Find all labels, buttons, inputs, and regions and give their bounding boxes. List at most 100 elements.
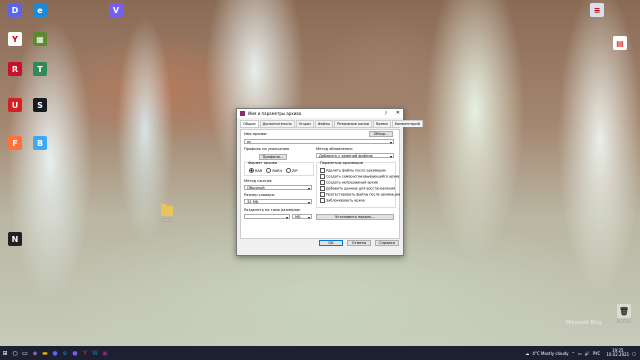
start-icon[interactable]: ⊞ <box>0 346 10 360</box>
format-radios: RAR RAR4 ZIP <box>249 168 302 173</box>
network-icon[interactable]: ▭ <box>578 351 582 356</box>
tab-5[interactable]: Время <box>373 120 391 127</box>
weather-icon[interactable]: ☁ <box>525 351 529 356</box>
option-checkbox-0[interactable]: Удалить файлы после архивации <box>320 168 386 173</box>
archive-dialog: Имя и параметры архива ? ✕ Общие Дополнит… <box>236 108 423 256</box>
weather-text[interactable]: 4°C Mostly cloudy <box>532 351 568 356</box>
desktop-icon-discord[interactable]: D <box>3 3 27 29</box>
ok-button[interactable]: OK <box>319 240 343 246</box>
recycle-bin-icon: 🗑 <box>617 304 631 318</box>
desktop-icon-yandex[interactable]: Y <box>3 32 27 58</box>
yandex-icon[interactable]: Y <box>80 346 90 360</box>
recycle-bin[interactable]: 🗑 Корзина <box>612 304 636 330</box>
archive-name-label: Имя архива: <box>244 132 268 136</box>
yandex-icon: Y <box>8 32 22 46</box>
uplay-icon: U <box>8 98 22 112</box>
steam-icon: S <box>33 98 47 112</box>
update-method-label: Метод обновления: <box>316 147 353 151</box>
tab-bar: Общие Дополнительно Опции Файлы Резервные ко… <box>240 120 423 128</box>
desktop-icon-ring[interactable]: R <box>3 62 27 88</box>
folder-label: Новая <box>161 218 173 222</box>
general-panel: Имя архива: Обзор... ес Профиль по умолч… <box>240 129 400 239</box>
bing-watermark: Microsoft Bing <box>566 320 602 326</box>
tab-3[interactable]: Файлы <box>314 120 334 127</box>
desktop-icon-viber[interactable]: V <box>104 3 128 29</box>
desktop-icon-minecraft[interactable]: ▦ <box>28 32 52 58</box>
system-tray: ☁ 4°C Mostly cloudy ⌃ ▭ 🔊 РУС 19:25 10.02… <box>522 346 636 360</box>
desktop-icon-steam[interactable]: S <box>28 98 52 124</box>
format-radio-rar[interactable]: RAR <box>249 168 262 173</box>
terraria-icon: T <box>33 62 47 76</box>
app-icon[interactable]: ◆ <box>30 346 40 360</box>
desktop-folder[interactable]: Новая <box>158 204 176 228</box>
format-label: Формат архива <box>248 161 277 165</box>
tab-6[interactable]: Комментарий <box>391 120 423 127</box>
split-unit-select[interactable]: МБ <box>292 214 312 220</box>
folder-icon <box>161 204 173 216</box>
nvidia-icon: N <box>8 232 22 246</box>
tab-1[interactable]: Дополнительно <box>259 120 295 127</box>
option-checkbox-2[interactable]: Создать непрерывный архив <box>320 180 378 185</box>
format-radio-zip[interactable]: ZIP <box>285 168 298 173</box>
word-icon[interactable]: W <box>90 346 100 360</box>
viber-icon[interactable]: ● <box>70 346 80 360</box>
cancel-button[interactable]: Отмена <box>347 240 371 246</box>
recycle-bin-label: Корзина <box>616 319 632 323</box>
compression-select[interactable]: Обычный <box>244 185 312 191</box>
archive-name-input[interactable]: ес <box>244 139 394 145</box>
help-icon[interactable]: ? <box>385 111 387 116</box>
option-checkbox-5[interactable]: Заблокировать архив <box>320 198 365 203</box>
notepad-icon: ≡ <box>590 3 604 17</box>
tray-arrow-icon[interactable]: ⌃ <box>572 351 575 356</box>
profiles-label: Профиль по умолчанию <box>244 147 290 151</box>
viber-icon: V <box>109 3 123 17</box>
discord-icon[interactable]: ● <box>50 346 60 360</box>
language-indicator[interactable]: РУС <box>593 351 601 356</box>
desktop-icon-terraria[interactable]: T <box>28 62 52 88</box>
task-view-icon[interactable]: ▭ <box>20 346 30 360</box>
winrar-icon <box>240 111 245 116</box>
set-password-button[interactable]: Установить пароль... <box>316 214 394 220</box>
split-input[interactable] <box>244 214 290 220</box>
document-icon: ▤ <box>613 36 627 50</box>
option-checkbox-1[interactable]: Создать самораспаковывающийся архив <box>320 174 399 179</box>
tab-4[interactable]: Резервные копии <box>334 120 373 127</box>
bluestacks-icon: B <box>33 136 47 150</box>
discord-icon: D <box>8 3 22 17</box>
option-checkbox-3[interactable]: Добавить данные для восстановления <box>320 186 395 191</box>
notification-icon[interactable]: ▢ <box>632 351 636 356</box>
dict-label: Размер словаря: <box>244 193 276 197</box>
tab-2[interactable]: Опции <box>295 120 314 127</box>
desktop-icon-uplay[interactable]: U <box>3 98 27 124</box>
minecraft-icon: ▦ <box>33 32 47 46</box>
winrar-taskbar-icon[interactable]: ▣ <box>100 346 110 360</box>
split-label: Разделить на тома размером: <box>244 208 301 212</box>
help-button[interactable]: Справка <box>375 240 399 246</box>
desktop-icon-notepad[interactable]: ≡ <box>585 3 609 29</box>
close-icon[interactable]: ✕ <box>396 110 400 116</box>
microsoft-edge-icon: e <box>33 3 47 17</box>
firefox-icon: F <box>8 136 22 150</box>
options-label: Параметры архивации <box>320 161 364 165</box>
desktop-icon-nvidia[interactable]: N <box>3 232 27 258</box>
dialog-title: Имя и параметры архива <box>248 111 302 116</box>
desktop-icon-bluestacks[interactable]: B <box>28 136 52 162</box>
search-icon[interactable]: ○ <box>10 346 20 360</box>
desktop-icon-microsoft-edge[interactable]: e <box>28 3 52 29</box>
browse-button[interactable]: Обзор... <box>369 131 393 137</box>
desktop-icon-firefox[interactable]: F <box>3 136 27 162</box>
explorer-icon[interactable]: ▬ <box>40 346 50 360</box>
tab-0[interactable]: Общие <box>240 120 259 127</box>
taskbar: ⊞ ○ ▭ ◆ ▬ ● e ● Y W ▣ ☁ 4°C Mostly cloud… <box>0 346 640 360</box>
dialog-titlebar[interactable]: Имя и параметры архива ? ✕ <box>237 109 403 118</box>
volume-icon[interactable]: 🔊 <box>585 351 590 356</box>
format-radio-rar4[interactable]: RAR4 <box>266 168 282 173</box>
compression-label: Метод сжатия: <box>244 179 273 183</box>
desktop-icon-document[interactable]: ▤ <box>608 36 632 62</box>
update-method-select[interactable]: Добавить с заменой файлов <box>316 153 394 159</box>
edge-icon[interactable]: e <box>60 346 70 360</box>
option-checkbox-4[interactable]: Протестировать файлы после архивации <box>320 192 400 197</box>
dict-select[interactable]: 32 МБ <box>244 199 312 205</box>
profiles-button[interactable]: Профили... <box>259 154 287 160</box>
clock[interactable]: 19:25 10.02.2021 <box>603 348 629 358</box>
